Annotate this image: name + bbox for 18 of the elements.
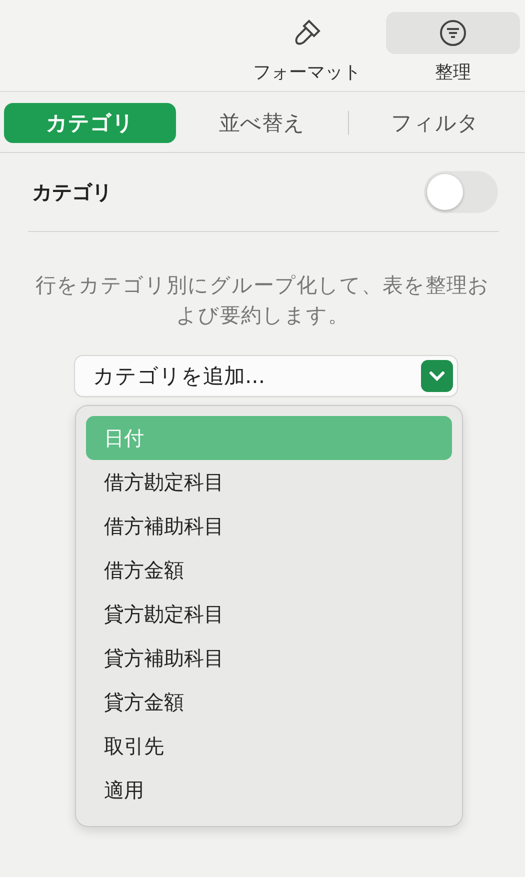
category-toggle[interactable] [424, 171, 498, 213]
chevron-icon [421, 360, 453, 392]
category-label: カテゴリ [32, 178, 112, 206]
description-text: 行をカテゴリ別にグループ化して、表を整理および要約します。 [34, 272, 490, 329]
menu-item[interactable]: 貸方補助科目 [86, 636, 452, 680]
menu-item[interactable]: 借方勘定科目 [86, 460, 452, 504]
tab[interactable]: フィルタ [349, 103, 521, 143]
paintbrush-icon [292, 18, 322, 48]
add-category-dropdown[interactable]: カテゴリを追加... [75, 356, 457, 396]
menu-item[interactable]: 取引先 [86, 724, 452, 768]
menu-item[interactable]: 借方補助科目 [86, 504, 452, 548]
tab[interactable]: 並べ替え [176, 103, 348, 143]
menu-item[interactable]: 貸方勘定科目 [86, 592, 452, 636]
menu-item[interactable]: 貸方金額 [86, 680, 452, 724]
menu-item[interactable]: 借方金額 [86, 548, 452, 592]
filter-icon [439, 19, 467, 47]
menu-item[interactable]: 適用 [86, 768, 452, 812]
toolbar-button[interactable]: フォーマット [240, 12, 374, 84]
